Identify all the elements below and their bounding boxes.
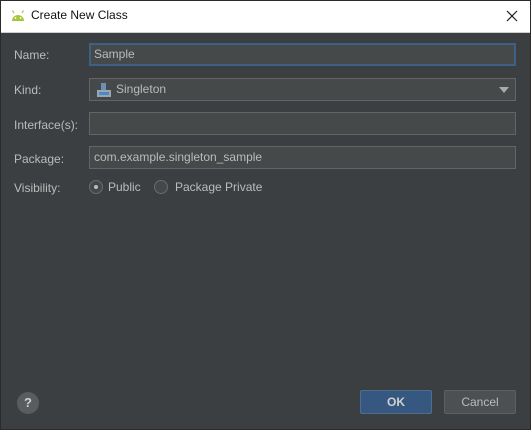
- singleton-class-icon: [97, 83, 111, 97]
- android-icon: [11, 10, 25, 21]
- ok-button[interactable]: OK: [360, 390, 432, 414]
- package-private-radio[interactable]: [154, 180, 168, 194]
- visibility-label: Visibility:: [14, 181, 61, 195]
- public-radio[interactable]: [89, 180, 103, 194]
- kind-dropdown[interactable]: Singleton: [89, 78, 516, 101]
- interfaces-input[interactable]: [89, 112, 516, 135]
- kind-selected-value: Singleton: [116, 82, 167, 96]
- package-private-radio-label[interactable]: Package Private: [175, 180, 262, 194]
- help-button[interactable]: ?: [17, 392, 39, 414]
- name-input[interactable]: Sample: [89, 43, 516, 66]
- title-bar: Create New Class: [1, 1, 530, 33]
- public-radio-label[interactable]: Public: [108, 180, 141, 194]
- package-input[interactable]: com.example.singleton_sample: [89, 146, 516, 169]
- cancel-button[interactable]: Cancel: [444, 390, 516, 414]
- interfaces-label: Interface(s):: [14, 118, 79, 132]
- package-label: Package:: [14, 152, 65, 166]
- kind-label: Kind:: [14, 83, 42, 97]
- window-title: Create New Class: [31, 8, 128, 22]
- create-new-class-dialog: Create New Class Name: Sample Kind: Sing…: [0, 0, 531, 430]
- close-icon[interactable]: [502, 6, 522, 26]
- dropdown-arrow-icon[interactable]: [499, 87, 509, 93]
- name-label: Name:: [14, 48, 50, 62]
